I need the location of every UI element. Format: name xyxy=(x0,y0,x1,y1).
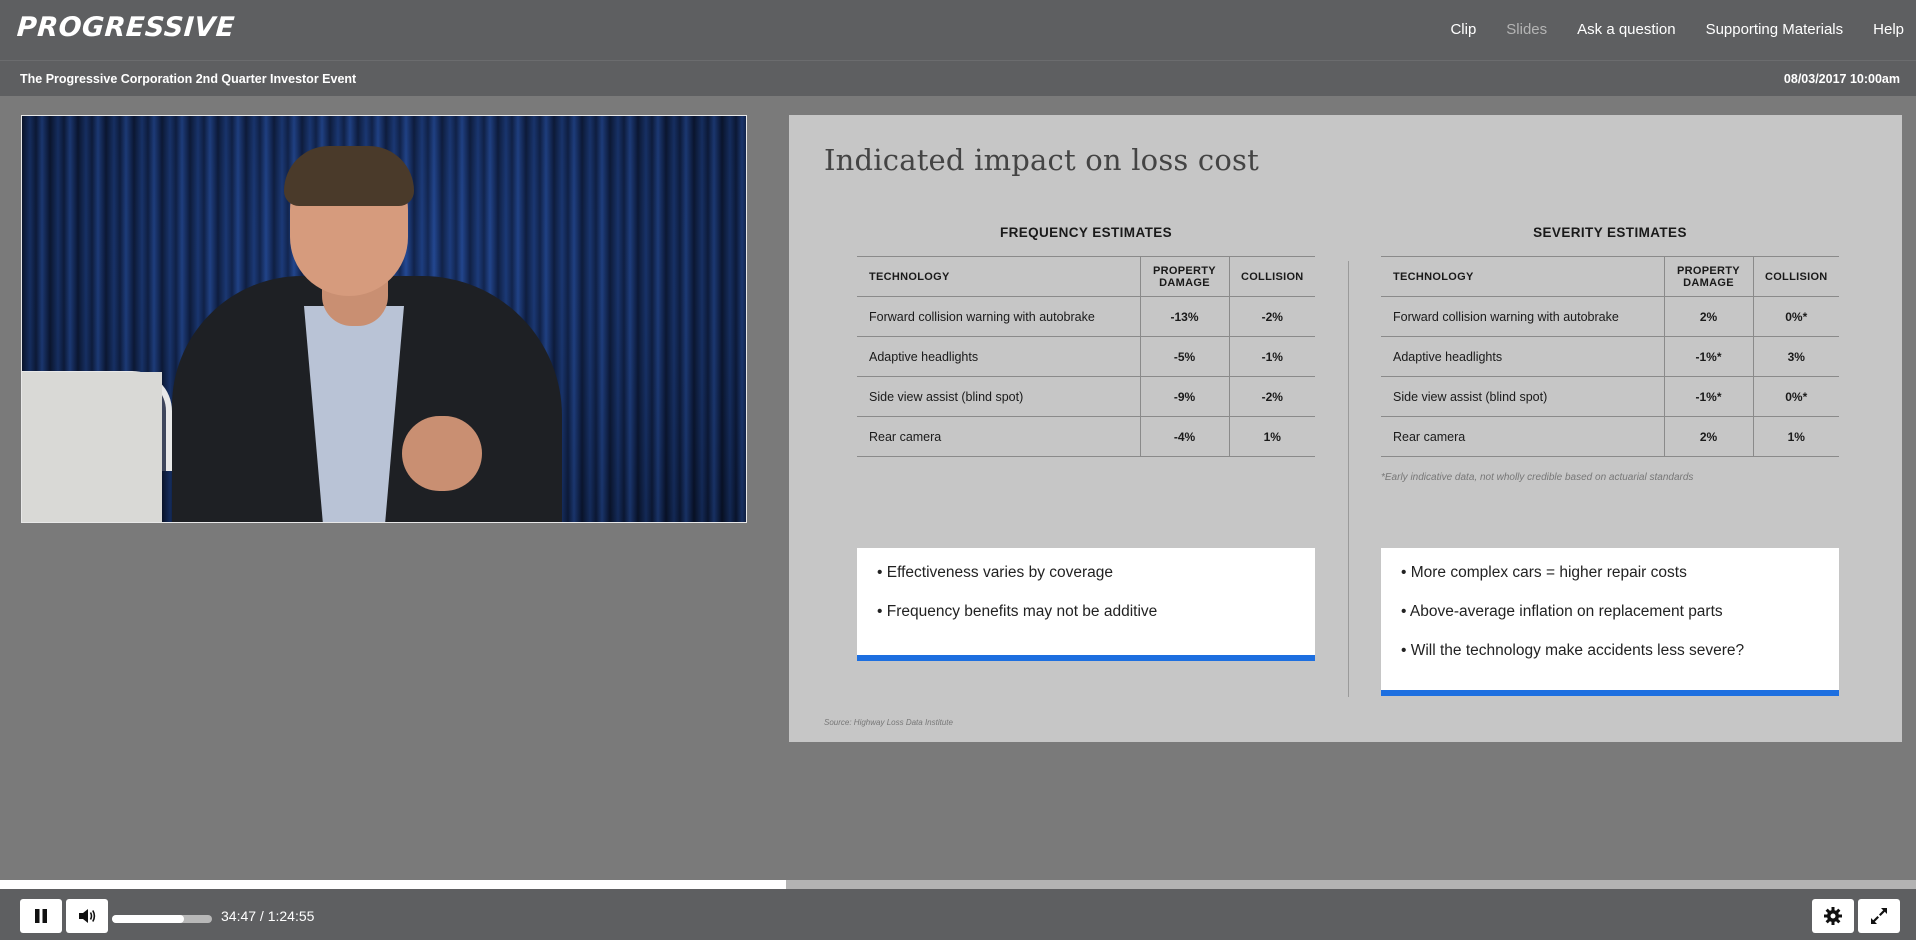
playback-progress-bar[interactable] xyxy=(0,880,1916,889)
table-cell: Side view assist (blind spot) xyxy=(857,376,1140,417)
table-cell: -1%* xyxy=(1663,336,1753,377)
table-cell: -4% xyxy=(1139,416,1229,457)
severity-table: TECHNOLOGY PROPERTY DAMAGE COLLISION For… xyxy=(1381,256,1839,457)
table-row: Side view assist (blind spot) -1%* 0%* xyxy=(1381,376,1839,417)
progressive-logo[interactable]: PROGRESSIVE xyxy=(16,12,236,43)
time-display: 34:47 / 1:24:55 xyxy=(221,908,315,924)
severity-heading: SEVERITY ESTIMATES xyxy=(1533,225,1687,240)
column-header: TECHNOLOGY xyxy=(1381,256,1664,297)
table-cell: 0%* xyxy=(1752,296,1839,337)
table-cell: -5% xyxy=(1139,336,1229,377)
table-row: Adaptive headlights -5% -1% xyxy=(857,336,1315,377)
gear-icon xyxy=(1824,907,1842,925)
table-cell: Rear camera xyxy=(1381,416,1664,457)
event-titlebar: The Progressive Corporation 2nd Quarter … xyxy=(0,60,1916,96)
nav-slides[interactable]: Slides xyxy=(1506,21,1547,38)
column-header: COLLISION xyxy=(1752,256,1839,297)
table-cell: Forward collision warning with autobrake xyxy=(1381,296,1664,337)
nav-clip[interactable]: Clip xyxy=(1450,21,1476,38)
severity-footnote: *Early indicative data, not wholly credi… xyxy=(1381,472,1694,483)
volume-icon xyxy=(79,909,96,923)
bullet-item: • More complex cars = higher repair cost… xyxy=(1401,564,1687,581)
table-cell: Adaptive headlights xyxy=(857,336,1140,377)
presenter-hand xyxy=(402,416,482,491)
column-header: COLLISION xyxy=(1228,256,1315,297)
table-cell: Forward collision warning with autobrake xyxy=(857,296,1140,337)
table-cell: -2% xyxy=(1228,296,1315,337)
bullet-item: • Effectiveness varies by coverage xyxy=(877,564,1114,581)
volume-slider[interactable] xyxy=(112,915,212,923)
fullscreen-button[interactable] xyxy=(1858,899,1900,933)
table-cell: 1% xyxy=(1752,416,1839,457)
progress-fill xyxy=(0,880,786,889)
table-cell: 2% xyxy=(1663,416,1753,457)
volume-level xyxy=(112,915,184,923)
table-cell: -13% xyxy=(1139,296,1229,337)
severity-panel: SEVERITY ESTIMATES TECHNOLOGY PROPERTY D… xyxy=(1381,225,1839,457)
table-row: Side view assist (blind spot) -9% -2% xyxy=(857,376,1315,417)
column-header: PROPERTY DAMAGE xyxy=(1139,256,1229,297)
panel-divider xyxy=(1348,261,1349,697)
player-controls: 34:47 / 1:24:55 xyxy=(0,889,1916,940)
main-nav: Clip Slides Ask a question Supporting Ma… xyxy=(1450,21,1904,38)
table-cell: Side view assist (blind spot) xyxy=(1381,376,1664,417)
table-cell: 1% xyxy=(1228,416,1315,457)
table-row: Rear camera -4% 1% xyxy=(857,416,1315,457)
table-cell: -1% xyxy=(1228,336,1315,377)
presentation-slide: Indicated impact on loss cost FREQUENCY … xyxy=(789,115,1902,742)
column-header: PROPERTY DAMAGE xyxy=(1663,256,1753,297)
fullscreen-icon xyxy=(1871,908,1887,924)
event-title: The Progressive Corporation 2nd Quarter … xyxy=(20,72,357,86)
volume-button[interactable] xyxy=(66,899,108,933)
table-cell: -2% xyxy=(1228,376,1315,417)
bullet-item: • Above-average inflation on replacement… xyxy=(1401,603,1723,620)
table-row: Adaptive headlights -1%* 3% xyxy=(1381,336,1839,377)
table-cell: Adaptive headlights xyxy=(1381,336,1664,377)
pause-button[interactable] xyxy=(20,899,62,933)
slide-source: Source: Highway Loss Data Institute xyxy=(824,718,953,727)
nav-ask-question[interactable]: Ask a question xyxy=(1577,21,1675,38)
table-cell: 2% xyxy=(1663,296,1753,337)
bullet-item: • Frequency benefits may not be additive xyxy=(877,603,1158,620)
slide-title: Indicated impact on loss cost xyxy=(824,143,1259,177)
chair-seat xyxy=(22,372,162,522)
table-cell: 3% xyxy=(1752,336,1839,377)
table-row: Forward collision warning with autobrake… xyxy=(857,296,1315,337)
frequency-notes-box: • Effectiveness varies by coverage • Fre… xyxy=(857,548,1315,661)
pause-icon xyxy=(35,909,47,923)
table-header-row: TECHNOLOGY PROPERTY DAMAGE COLLISION xyxy=(1381,256,1839,297)
event-date: 08/03/2017 10:00am xyxy=(1783,72,1900,86)
table-cell: -9% xyxy=(1139,376,1229,417)
table-cell: 0%* xyxy=(1752,376,1839,417)
top-header: PROGRESSIVE Clip Slides Ask a question S… xyxy=(0,0,1916,60)
nav-help[interactable]: Help xyxy=(1873,21,1904,38)
table-header-row: TECHNOLOGY PROPERTY DAMAGE COLLISION xyxy=(857,256,1315,297)
nav-supporting-materials[interactable]: Supporting Materials xyxy=(1706,21,1844,38)
column-header: TECHNOLOGY xyxy=(857,256,1140,297)
table-cell: Rear camera xyxy=(857,416,1140,457)
table-cell: -1%* xyxy=(1663,376,1753,417)
bullet-item: • Will the technology make accidents les… xyxy=(1401,642,1745,659)
severity-notes-box: • More complex cars = higher repair cost… xyxy=(1381,548,1839,696)
table-row: Forward collision warning with autobrake… xyxy=(1381,296,1839,337)
presenter-hair xyxy=(284,146,414,206)
frequency-panel: FREQUENCY ESTIMATES TECHNOLOGY PROPERTY … xyxy=(857,225,1315,457)
video-player[interactable] xyxy=(21,115,747,523)
settings-button[interactable] xyxy=(1812,899,1854,933)
frequency-table: TECHNOLOGY PROPERTY DAMAGE COLLISION For… xyxy=(857,256,1315,457)
frequency-heading: FREQUENCY ESTIMATES xyxy=(999,225,1173,240)
table-row: Rear camera 2% 1% xyxy=(1381,416,1839,457)
